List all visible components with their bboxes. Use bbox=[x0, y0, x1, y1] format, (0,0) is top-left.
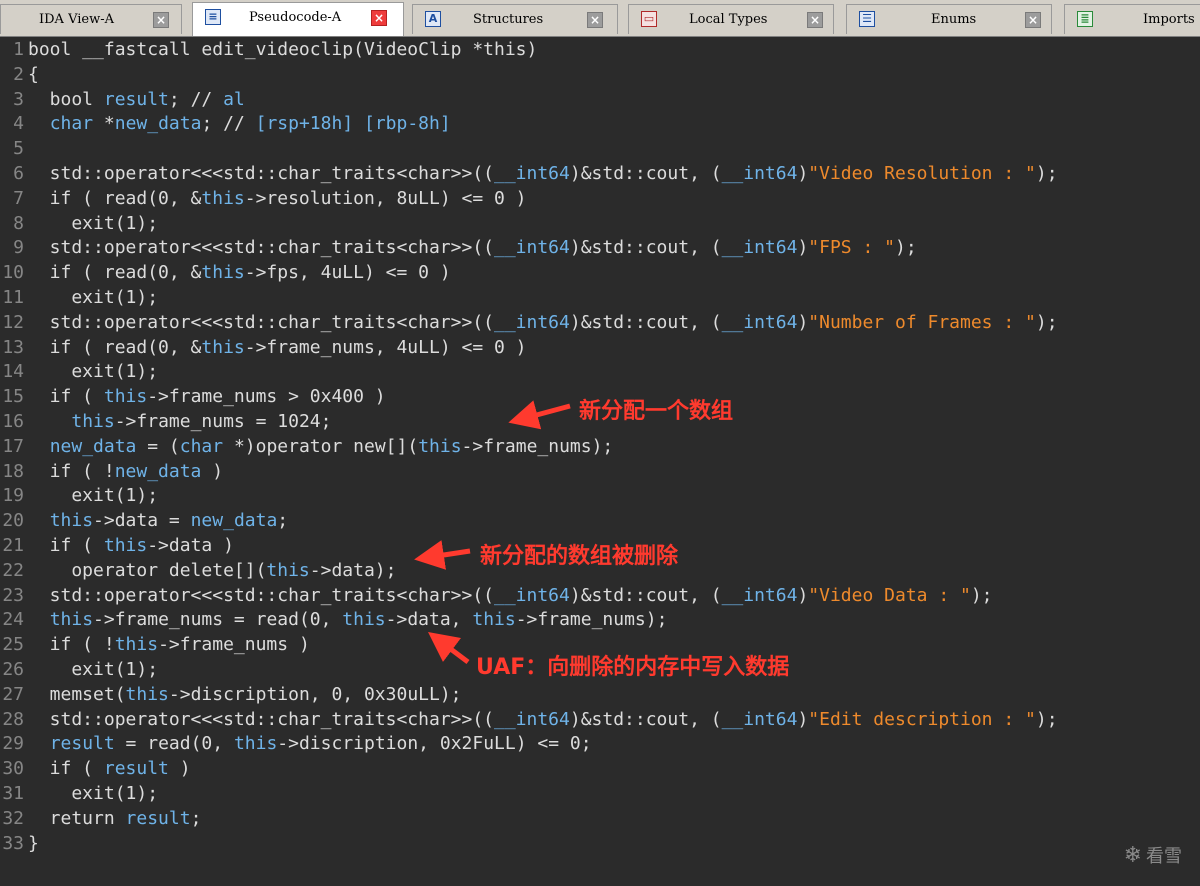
watermark: ❄ 看雪 bbox=[1124, 842, 1182, 868]
annotation-arrows bbox=[414, 400, 571, 664]
watermark-text: 看雪 bbox=[1146, 846, 1182, 867]
annotation-array-deleted: 新分配的数组被删除 bbox=[480, 544, 679, 569]
arrow-deleted bbox=[414, 540, 471, 570]
annotation-uaf: UAF：向删除的内存中写入数据 bbox=[476, 655, 790, 680]
annotation-new-alloc: 新分配一个数组 bbox=[579, 399, 734, 424]
arrow-alloc bbox=[508, 400, 571, 430]
arrow-uaf bbox=[428, 632, 470, 664]
snowflake-icon: ❄ bbox=[1123, 843, 1142, 868]
